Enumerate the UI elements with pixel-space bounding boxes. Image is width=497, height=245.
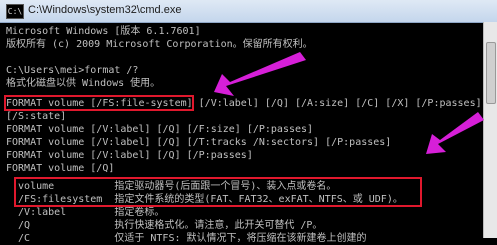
arrow-icon [426, 112, 484, 154]
arrow-icon [214, 52, 306, 96]
cmd-window: C:\ C:\Windows\system32\cmd.exe Microsof… [0, 0, 497, 244]
annotation-arrows [214, 52, 484, 154]
